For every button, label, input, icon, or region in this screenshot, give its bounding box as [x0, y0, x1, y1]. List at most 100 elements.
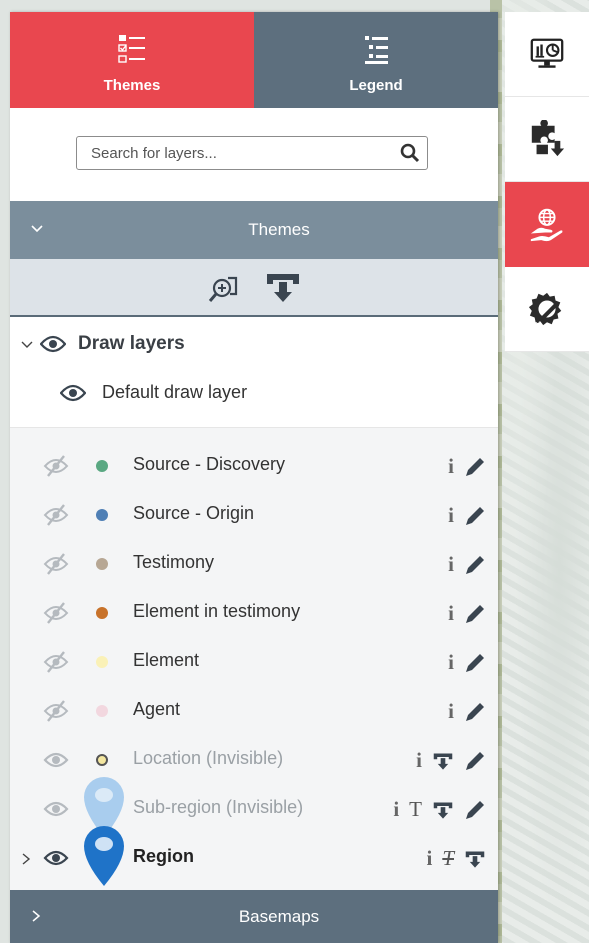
eye-slash-icon[interactable] — [42, 552, 70, 576]
globe-hand-icon — [530, 208, 563, 242]
puzzle-download-icon — [531, 120, 565, 157]
pencil-icon[interactable] — [464, 456, 486, 478]
layer-row[interactable]: Agent i — [10, 687, 498, 736]
eye-icon[interactable] — [42, 846, 70, 870]
text-label-icon[interactable]: T — [409, 797, 422, 822]
eye-icon[interactable] — [42, 748, 70, 772]
layer-label: Agent — [133, 699, 181, 719]
layer-row[interactable]: Testimony i — [10, 540, 498, 589]
chevron-down-icon[interactable] — [20, 337, 34, 351]
pencil-icon[interactable] — [464, 652, 486, 674]
eye-slash-icon[interactable] — [42, 699, 70, 723]
layer-row[interactable]: Element in testimony i — [10, 589, 498, 638]
zoom-to-layer-icon[interactable] — [206, 270, 242, 304]
themes-section-title: Themes — [248, 220, 310, 239]
download-icon[interactable] — [432, 800, 454, 820]
tab-themes-label: Themes — [103, 77, 161, 94]
layer-actions: i — [448, 601, 486, 626]
pencil-icon[interactable] — [464, 505, 486, 527]
layer-color-dot — [96, 607, 108, 619]
layer-label: Testimony — [133, 552, 215, 572]
eye-slash-icon[interactable] — [42, 650, 70, 674]
layer-label: Source - Discovery — [133, 454, 286, 474]
layer-actions: i — [448, 454, 486, 479]
eye-slash-icon[interactable] — [42, 454, 70, 478]
search-input[interactable] — [77, 144, 393, 162]
download-icon[interactable] — [464, 849, 486, 869]
layer-label: Sub-region (Invisible) — [133, 797, 304, 817]
tab-legend-label: Legend — [349, 77, 403, 94]
basemaps-section-title: Basemaps — [238, 906, 320, 926]
layers-button[interactable] — [505, 182, 589, 267]
info-icon[interactable]: i — [448, 601, 454, 626]
dashboard-button[interactable] — [505, 12, 589, 97]
info-icon[interactable]: i — [448, 552, 454, 577]
layer-color-dot — [96, 509, 108, 521]
eye-icon[interactable] — [42, 797, 70, 821]
layer-row[interactable]: Region i T — [10, 826, 498, 886]
layer-actions: i T — [426, 846, 486, 871]
basemaps-section-header[interactable]: Basemaps — [10, 890, 498, 943]
info-icon[interactable]: i — [448, 650, 454, 675]
eye-icon[interactable] — [60, 384, 86, 402]
default-draw-layer-row[interactable]: Default draw layer — [60, 382, 247, 403]
layer-actions: i — [448, 699, 486, 724]
map-pin-icon — [84, 826, 124, 886]
pencil-icon[interactable] — [464, 554, 486, 576]
draw-layers-label: Draw layers — [78, 333, 185, 354]
layer-row[interactable]: Element i — [10, 638, 498, 687]
eye-slash-icon[interactable] — [42, 601, 70, 625]
chevron-right-icon — [32, 910, 41, 922]
gear-pencil-icon — [528, 292, 562, 326]
text-label-off-icon[interactable]: T — [442, 846, 454, 871]
tab-themes[interactable]: Themes — [10, 12, 254, 108]
download-icon[interactable] — [432, 751, 454, 771]
layer-row[interactable]: Source - Origin i — [10, 491, 498, 540]
info-icon[interactable]: i — [448, 503, 454, 528]
layer-color-dot — [96, 460, 108, 472]
legend-list-icon — [365, 36, 388, 64]
info-icon[interactable]: i — [393, 797, 399, 822]
themes-section-header[interactable]: Themes — [10, 201, 498, 259]
info-icon[interactable]: i — [448, 699, 454, 724]
layer-row[interactable]: Source - Discovery i — [10, 442, 498, 491]
search-box — [76, 136, 428, 170]
eye-icon[interactable] — [40, 335, 66, 353]
layer-actions: i — [448, 503, 486, 528]
layer-color-dot — [96, 656, 108, 668]
info-icon[interactable]: i — [426, 846, 432, 871]
default-draw-layer-label: Default draw layer — [102, 382, 248, 402]
layer-actions: i T — [393, 797, 486, 822]
search-area — [10, 108, 498, 201]
pencil-icon[interactable] — [464, 799, 486, 821]
pencil-icon[interactable] — [464, 701, 486, 723]
info-icon[interactable]: i — [448, 454, 454, 479]
layer-label: Element — [133, 650, 200, 670]
panel-tabs: Themes Legend — [10, 12, 498, 108]
layer-actions: i — [448, 552, 486, 577]
info-icon[interactable]: i — [416, 748, 422, 773]
layer-label: Location (Invisible) — [133, 748, 284, 768]
layer-label: Source - Origin — [133, 503, 255, 523]
layer-color-dot — [96, 705, 108, 717]
layer-actions: i — [416, 748, 486, 773]
pencil-icon[interactable] — [464, 750, 486, 772]
chevron-right-icon[interactable] — [20, 852, 32, 866]
pencil-icon[interactable] — [464, 603, 486, 625]
layer-list: Source - Discovery i Source - Origin i T… — [10, 428, 498, 890]
layer-actions: i — [448, 650, 486, 675]
tab-legend[interactable]: Legend — [254, 12, 498, 108]
checklist-icon — [118, 35, 145, 63]
draw-layers-row[interactable]: Draw layers — [20, 333, 185, 355]
download-layer-icon[interactable] — [264, 270, 302, 304]
dashboard-icon — [530, 38, 564, 68]
search-icon[interactable] — [393, 143, 427, 163]
plugins-button[interactable] — [505, 97, 589, 182]
layer-color-dot — [96, 558, 108, 570]
settings-button[interactable] — [505, 267, 589, 352]
theme-tools — [10, 259, 498, 317]
draw-layers-group: Draw layers Default draw layer — [10, 317, 498, 428]
eye-slash-icon[interactable] — [42, 503, 70, 527]
chevron-down-icon — [31, 225, 43, 233]
layer-panel: Themes Legend Search for layers... Theme… — [10, 12, 498, 943]
